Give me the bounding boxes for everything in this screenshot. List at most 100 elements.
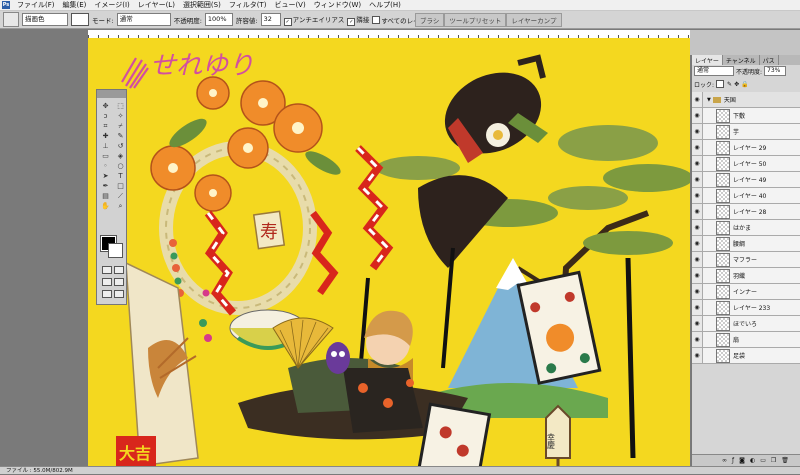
document-canvas[interactable]: せれゆり 寿 幸慶 大吉: [88, 38, 690, 466]
eye-icon[interactable]: ◉: [692, 284, 703, 299]
contiguous-checkbox[interactable]: ✓: [347, 17, 356, 26]
lock-position-icon[interactable]: ✥: [734, 81, 739, 88]
imageready-button[interactable]: [114, 290, 124, 298]
antialias-checkbox[interactable]: ✓: [283, 17, 292, 26]
screen-mode-max-button[interactable]: [102, 290, 112, 298]
chevron-down-icon[interactable]: ▼: [707, 97, 711, 103]
eye-icon[interactable]: ◉: [692, 124, 703, 139]
eye-icon[interactable]: ◉: [692, 220, 703, 235]
background-color-swatch[interactable]: [108, 243, 123, 258]
type-tool-icon[interactable]: T: [115, 172, 126, 180]
layer-row[interactable]: ◉ レイヤー 233: [692, 300, 800, 316]
quick-mask-on-button[interactable]: [114, 266, 124, 274]
eye-icon[interactable]: ◉: [692, 188, 703, 203]
paint-bucket-tool-icon[interactable]: [3, 12, 19, 27]
eye-icon[interactable]: ◉: [692, 316, 703, 331]
eye-icon[interactable]: ◉: [692, 92, 703, 107]
pattern-swatch[interactable]: [71, 13, 89, 26]
magic-wand-tool-icon[interactable]: ✧: [115, 112, 126, 120]
adjustment-layer-icon[interactable]: ◐: [750, 457, 755, 464]
layer-row[interactable]: ◉ 下敷: [692, 108, 800, 124]
clone-stamp-icon[interactable]: ⊥: [100, 142, 111, 150]
layer-row[interactable]: ◉ 足袋: [692, 348, 800, 364]
history-brush-icon[interactable]: ↺: [115, 142, 126, 150]
move-tool-icon[interactable]: ✥: [100, 102, 111, 110]
lasso-tool-icon[interactable]: ↄ: [100, 112, 111, 120]
layer-row[interactable]: ◉ 扇: [692, 332, 800, 348]
layer-row[interactable]: ◉ レイヤー 40: [692, 188, 800, 204]
layer-style-icon[interactable]: ƒ: [732, 457, 734, 464]
hand-tool-icon[interactable]: ✋: [100, 202, 111, 210]
menu-layer[interactable]: レイヤー(L): [134, 0, 179, 10]
layer-row[interactable]: ◉ 芋: [692, 124, 800, 140]
tab-paths[interactable]: パス: [760, 55, 779, 65]
eye-icon[interactable]: ◉: [692, 108, 703, 123]
eye-icon[interactable]: ◉: [692, 172, 703, 187]
layer-row[interactable]: ◉ マフラー: [692, 252, 800, 268]
layer-row[interactable]: ◉ レイヤー 49: [692, 172, 800, 188]
fill-source-select[interactable]: 描画色: [22, 13, 68, 26]
eye-icon[interactable]: ◉: [692, 268, 703, 283]
layer-row[interactable]: ◉ 羽織: [692, 268, 800, 284]
layer-row[interactable]: ◉ はかま: [692, 220, 800, 236]
menu-help[interactable]: ヘルプ(H): [365, 0, 405, 10]
crop-tool-icon[interactable]: ⌗: [100, 122, 111, 130]
screen-mode-full-button[interactable]: [114, 278, 124, 286]
mode-select[interactable]: 通常: [116, 13, 171, 26]
notes-tool-icon[interactable]: ▤: [100, 192, 111, 200]
menu-window[interactable]: ウィンドウ(W): [310, 0, 365, 10]
shape-tool-icon[interactable]: □: [115, 182, 126, 190]
pen-tool-icon[interactable]: ✒: [100, 182, 111, 190]
antialias-option[interactable]: ✓ アンチエイリアス: [283, 14, 344, 26]
layer-row[interactable]: ◉ ほでいろ: [692, 316, 800, 332]
tolerance-input[interactable]: 32: [260, 13, 281, 26]
eraser-tool-icon[interactable]: ▭: [100, 152, 111, 160]
tools-panel-header[interactable]: [97, 90, 126, 98]
eye-icon[interactable]: ◉: [692, 204, 703, 219]
slice-tool-icon[interactable]: ⌿: [115, 122, 126, 130]
eyedropper-tool-icon[interactable]: ⟋: [115, 192, 126, 200]
delete-layer-icon[interactable]: 🗑: [781, 457, 789, 464]
menu-view[interactable]: ビュー(V): [270, 0, 309, 10]
eye-icon[interactable]: ◉: [692, 156, 703, 171]
layer-row[interactable]: ◉ レイヤー 28: [692, 204, 800, 220]
tab-layer-comps[interactable]: レイヤーカンプ: [506, 13, 562, 27]
contiguous-option[interactable]: ✓ 隣接: [347, 14, 369, 26]
tab-layers[interactable]: レイヤー: [692, 55, 723, 65]
layer-row[interactable]: ◉ レイヤー 50: [692, 156, 800, 172]
lock-transparency-icon[interactable]: [716, 80, 725, 88]
color-swatches[interactable]: [100, 235, 123, 258]
tab-brushes[interactable]: ブラシ: [415, 13, 445, 27]
marquee-tool-icon[interactable]: ⬚: [115, 102, 126, 110]
layer-row[interactable]: ◉ 腰綱: [692, 236, 800, 252]
layer-opacity-input[interactable]: 73%: [764, 66, 787, 76]
eye-icon[interactable]: ◉: [692, 252, 703, 267]
layer-row[interactable]: ◉ レイヤー 29: [692, 140, 800, 156]
menu-file[interactable]: ファイル(F): [13, 0, 59, 10]
menu-edit[interactable]: 編集(E): [59, 0, 91, 10]
quick-mask-off-button[interactable]: [102, 266, 112, 274]
dodge-tool-icon[interactable]: ○: [115, 162, 126, 170]
blur-tool-icon[interactable]: ◦: [100, 162, 111, 170]
layer-row[interactable]: ◉ インナー: [692, 284, 800, 300]
new-layer-icon[interactable]: ❐: [771, 457, 776, 464]
opacity-input[interactable]: 100%: [204, 13, 233, 26]
lock-pixels-icon[interactable]: ✎: [727, 81, 732, 88]
eye-icon[interactable]: ◉: [692, 348, 703, 363]
blend-mode-select[interactable]: 通常: [694, 66, 734, 76]
eye-icon[interactable]: ◉: [692, 300, 703, 315]
all-layers-checkbox[interactable]: [372, 15, 381, 24]
layer-mask-icon[interactable]: ◙: [739, 457, 745, 464]
eye-icon[interactable]: ◉: [692, 332, 703, 347]
screen-mode-standard-button[interactable]: [102, 278, 112, 286]
new-group-icon[interactable]: ▭: [760, 457, 766, 464]
link-layers-icon[interactable]: ∞: [722, 457, 727, 464]
zoom-tool-icon[interactable]: ⌕: [115, 202, 126, 210]
menu-filter[interactable]: フィルタ(T): [225, 0, 271, 10]
brush-tool-icon[interactable]: ✎: [115, 132, 126, 140]
eye-icon[interactable]: ◉: [692, 236, 703, 251]
healing-brush-icon[interactable]: ✚: [100, 132, 111, 140]
paint-bucket-icon[interactable]: ◈: [115, 152, 126, 160]
path-select-icon[interactable]: ➤: [100, 172, 111, 180]
menu-image[interactable]: イメージ(I): [90, 0, 133, 10]
